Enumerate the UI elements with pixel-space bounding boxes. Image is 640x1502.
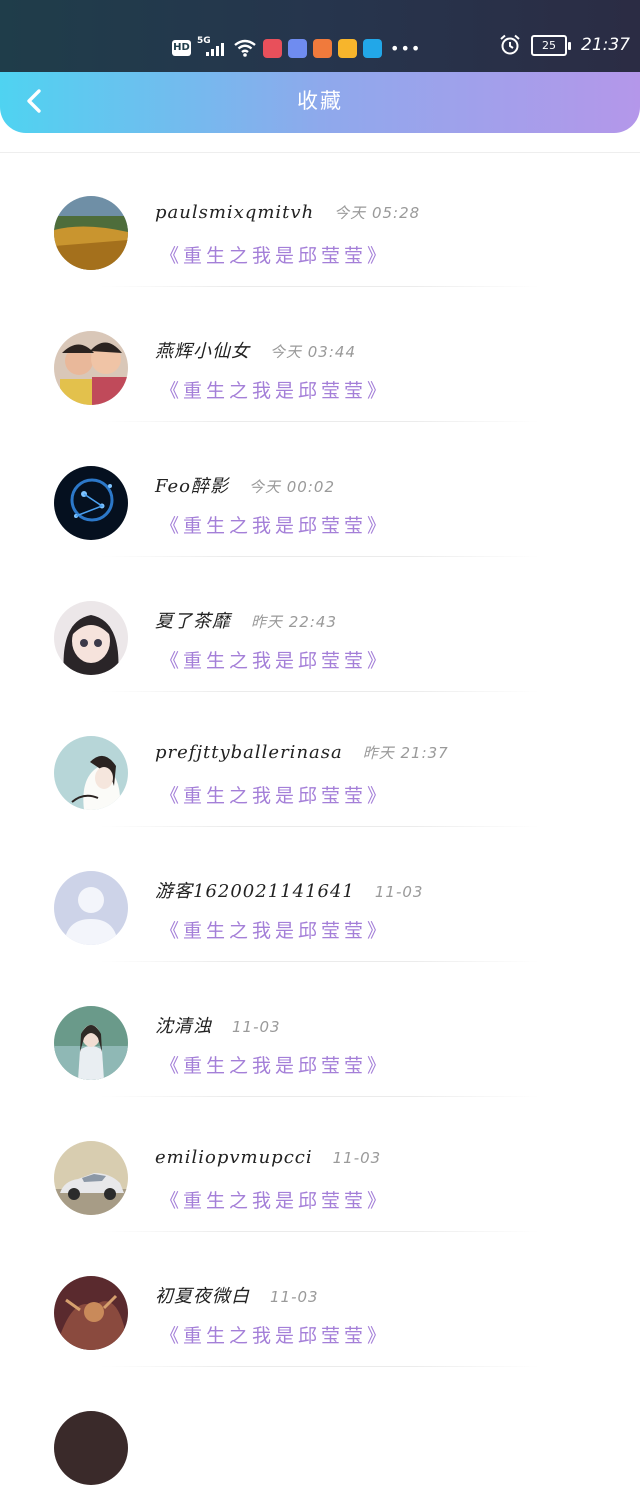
list-item[interactable]: 燕辉小仙女 今天 03:44 《重生之我是邱莹莹》 <box>0 287 640 422</box>
gift-app-icon <box>338 38 357 58</box>
timestamp: 昨天 21:37 <box>362 744 449 762</box>
battery-icon: 25 <box>531 34 571 56</box>
status-time: 21:37 <box>581 35 630 55</box>
username: Feo醉影 <box>155 476 229 497</box>
timestamp: 今天 03:44 <box>270 343 356 361</box>
book-title-link[interactable]: 《重生之我是邱莹莹》 <box>160 1051 390 1078</box>
timestamp: 今天 05:28 <box>334 204 421 222</box>
health-app-icon <box>313 38 332 58</box>
avatar[interactable] <box>54 871 128 945</box>
timestamp: 11-03 <box>232 1018 281 1036</box>
avatar[interactable] <box>54 1141 128 1215</box>
hd-icon: HD <box>172 40 191 56</box>
list-item[interactable] <box>0 1367 640 1502</box>
more-notifications-icon: ••• <box>390 38 422 58</box>
avatar[interactable] <box>54 601 128 675</box>
list-item[interactable]: prefjttyballerinasa 昨天 21:37 《重生之我是邱莹莹》 <box>0 692 640 827</box>
username: emiliopvmupcci <box>155 1147 313 1168</box>
music-app-icon <box>288 38 307 58</box>
timestamp: 今天 00:02 <box>249 478 335 496</box>
avatar[interactable] <box>54 196 128 270</box>
app-header: 收藏 <box>0 72 640 133</box>
alarm-icon <box>500 34 520 55</box>
search-app-icon <box>363 38 382 58</box>
book-title-link[interactable]: 《重生之我是邱莹莹》 <box>160 376 390 403</box>
list-item[interactable]: emiliopvmupcci 11-03 《重生之我是邱莹莹》 <box>0 1097 640 1232</box>
wifi-icon <box>234 39 256 57</box>
avatar[interactable] <box>54 1276 128 1350</box>
avatar[interactable] <box>54 1006 128 1080</box>
book-title-link[interactable]: 《重生之我是邱莹莹》 <box>160 511 390 538</box>
book-title-link[interactable]: 《重生之我是邱莹莹》 <box>160 1321 390 1348</box>
username: prefjttyballerinasa <box>155 742 343 763</box>
username: paulsmixqmitvh <box>155 202 315 223</box>
username: 沈清浊 <box>155 1016 212 1037</box>
book-title-link[interactable]: 《重生之我是邱莹莹》 <box>160 781 390 808</box>
book-title-link[interactable]: 《重生之我是邱莹莹》 <box>160 1186 390 1213</box>
page-title: 收藏 <box>297 89 343 113</box>
book-title-link[interactable]: 《重生之我是邱莹莹》 <box>160 646 390 673</box>
list-item[interactable]: paulsmixqmitvh 今天 05:28 《重生之我是邱莹莹》 <box>0 152 640 287</box>
list-item[interactable]: 游客1620021141641 11-03 《重生之我是邱莹莹》 <box>0 827 640 962</box>
username: 初夏夜微白 <box>155 1286 250 1307</box>
book-app-icon <box>263 38 282 58</box>
book-title-link[interactable]: 《重生之我是邱莹莹》 <box>160 241 390 268</box>
list-item[interactable]: 沈清浊 11-03 《重生之我是邱莹莹》 <box>0 962 640 1097</box>
signal-icon: 5G <box>197 36 227 58</box>
favorites-list: paulsmixqmitvh 今天 05:28 《重生之我是邱莹莹》 燕辉小仙女… <box>0 152 640 1502</box>
avatar[interactable] <box>54 1411 128 1485</box>
avatar[interactable] <box>54 736 128 810</box>
timestamp: 昨天 22:43 <box>251 613 337 631</box>
list-item[interactable]: Feo醉影 今天 00:02 《重生之我是邱莹莹》 <box>0 422 640 557</box>
username: 游客1620021141641 <box>155 881 355 902</box>
avatar[interactable] <box>54 466 128 540</box>
avatar[interactable] <box>54 331 128 405</box>
username: 夏了茶靡 <box>155 611 231 632</box>
book-title-link[interactable]: 《重生之我是邱莹莹》 <box>160 916 390 943</box>
username: 燕辉小仙女 <box>155 341 250 362</box>
timestamp: 11-03 <box>270 1288 319 1306</box>
timestamp: 11-03 <box>374 883 424 901</box>
list-item[interactable]: 夏了茶靡 昨天 22:43 《重生之我是邱莹莹》 <box>0 557 640 692</box>
timestamp: 11-03 <box>332 1149 382 1167</box>
list-item[interactable]: 初夏夜微白 11-03 《重生之我是邱莹莹》 <box>0 1232 640 1367</box>
